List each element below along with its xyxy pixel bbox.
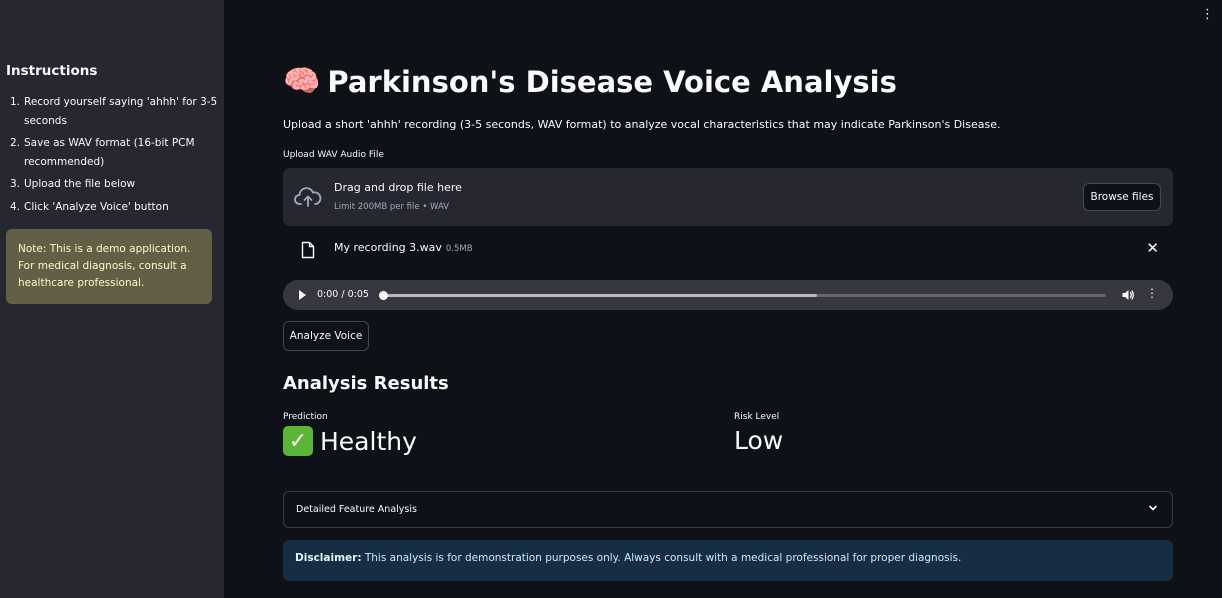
feature-analysis-expander[interactable]: Detailed Feature Analysis <box>283 491 1173 528</box>
sidebar: Instructions 1. Record yourself saying 'a… <box>0 0 224 598</box>
disclaimer-box: Disclaimer: This analysis is for demonst… <box>283 540 1173 581</box>
audio-time: 0:00 / 0:05 <box>317 289 369 300</box>
audio-buffered <box>383 294 817 297</box>
remove-file-icon[interactable]: ✕ <box>1146 241 1159 256</box>
file-name: My recording 3.wav 0.5MB <box>334 241 473 254</box>
seek-thumb[interactable] <box>379 291 388 300</box>
audio-player: 0:00 / 0:05 ⋮ <box>283 280 1173 310</box>
results-heading: Analysis Results <box>283 373 449 394</box>
risk-value: Low <box>734 426 784 455</box>
file-dropzone[interactable]: Drag and drop file here Limit 200MB per … <box>283 168 1173 226</box>
chevron-down-icon <box>1149 505 1157 511</box>
risk-metric: Risk Level Low <box>734 412 783 455</box>
page-subtitle: Upload a short 'ahhh' recording (3-5 sec… <box>283 118 1001 131</box>
brain-icon: 🧠 <box>283 64 321 99</box>
analyze-voice-button[interactable]: Analyze Voice <box>283 321 369 351</box>
uploaded-file: My recording 3.wav 0.5MB ✕ <box>283 236 1173 264</box>
audio-seek-bar[interactable] <box>379 291 1106 300</box>
list-item: 2. Save as WAV format (16-bit PCM recomme… <box>10 137 195 168</box>
audio-more-icon[interactable]: ⋮ <box>1146 287 1158 299</box>
list-item: 4. Click 'Analyze Voice' button <box>10 200 169 213</box>
risk-label: Risk Level <box>734 412 780 422</box>
expander-label: Detailed Feature Analysis <box>296 504 417 515</box>
check-mark-icon: ✓ <box>283 426 313 456</box>
dropzone-limit: Limit 200MB per file • WAV <box>334 202 450 212</box>
list-item: 1. Record yourself saying 'ahhh' for 3-5 … <box>10 96 218 127</box>
browse-files-button[interactable]: Browse files <box>1083 183 1161 211</box>
file-size: 0.5MB <box>445 244 473 254</box>
prediction-label: Prediction <box>283 412 328 422</box>
prediction-value: ✓ Healthy <box>283 426 417 456</box>
disclaimer-label: Disclaimer: <box>295 552 362 564</box>
page-title-text: Parkinson's Disease Voice Analysis <box>327 64 897 99</box>
cloud-upload-icon <box>294 187 322 207</box>
dropzone-title: Drag and drop file here <box>334 181 462 194</box>
file-icon <box>301 241 315 259</box>
play-icon[interactable] <box>299 290 306 300</box>
list-item: 3. Upload the file below <box>10 178 136 190</box>
volume-icon[interactable] <box>1121 288 1135 302</box>
prediction-metric: Prediction ✓ Healthy <box>283 412 417 456</box>
upload-label: Upload WAV Audio File <box>283 150 384 160</box>
page-title: 🧠 Parkinson's Disease Voice Analysis <box>283 64 897 99</box>
main-menu-icon[interactable]: ⋮ <box>1201 8 1214 21</box>
demo-note: Note: This is a demo application. For me… <box>6 229 212 304</box>
instructions-list: 1. Record yourself saying 'ahhh' for 3-5 … <box>6 93 218 216</box>
sidebar-heading: Instructions <box>6 63 98 79</box>
disclaimer-text: This analysis is for demonstration purpo… <box>361 552 962 564</box>
